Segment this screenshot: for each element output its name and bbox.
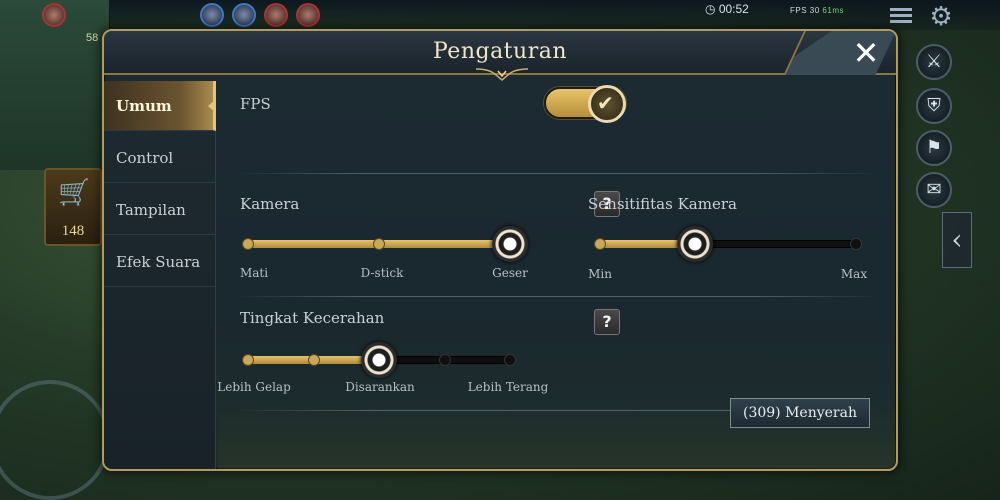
fps-toggle[interactable]: ✔ [544,85,626,123]
camera-sensitivity-slider[interactable] [594,226,862,262]
minimap-badge: 58 [86,32,99,44]
divider [236,296,880,297]
camera-option-label: Mati [239,266,269,280]
close-icon[interactable]: ✕ [846,35,886,71]
flag-icon[interactable]: ⚑ [916,130,952,166]
sword-icon[interactable]: ⚔ [916,44,952,80]
joystick[interactable] [0,380,110,500]
hero-avatar [200,3,224,27]
brightness-label: Tingkat Kecerahan [240,309,385,327]
brightness-option-label: Lebih Terang [467,380,549,394]
settings-sidebar: Umum Control Tampilan Efek Suara [104,81,216,469]
camera-slider[interactable] [242,226,528,262]
list-icon[interactable] [890,8,912,24]
chat-icon[interactable]: ✉ [916,172,952,208]
match-clock: ◷ 00:52 [705,2,749,16]
brightness-option-label: Lebih Gelap [217,380,291,394]
shop-button[interactable]: 🛒 148 [44,168,102,246]
divider [236,173,880,174]
hero-avatar [264,3,288,27]
camera-slider-step-dot[interactable] [242,238,254,250]
enemy-avatar [42,3,66,27]
check-icon: ✔ [597,91,614,115]
camera-sensitivity-label: Sensitifitas Kamera [588,195,737,213]
fps-label: FPS [240,95,271,113]
tab-umum[interactable]: Umum [104,81,216,131]
hero-avatar [296,3,320,27]
gear-icon[interactable]: ⚙ [928,4,954,30]
hero-avatar [232,3,256,27]
brightness-slider[interactable] [242,342,516,378]
camera-option-label: Geser [492,266,528,280]
dialog-header: Pengaturan [104,31,896,81]
camera-slider-step-dot[interactable] [373,238,385,250]
clock-icon: ◷ [705,2,719,16]
cart-icon: 🛒 [58,178,91,208]
settings-content: FPS ✔ Kamera ? Mati D-stick Geser Sensit… [217,77,896,469]
camera-slider-thumb[interactable] [492,226,528,262]
sensitivity-min-label: Min [588,267,612,281]
sensitivity-slider-step-dot[interactable] [594,238,606,250]
camera-label: Kamera [240,195,300,213]
brightness-slider-step-dot[interactable] [438,354,451,366]
camera-option-label: D-stick [360,266,404,280]
gold-count: 148 [61,223,85,239]
tab-efek-suara[interactable]: Efek Suara [104,237,216,287]
tab-control[interactable]: Control [104,133,216,183]
chevron-left-icon[interactable]: ‹ [942,212,972,268]
sensitivity-max-label: Max [840,267,868,281]
shield-icon[interactable]: ⛨ [916,88,952,124]
hud-top-bar [0,0,1000,30]
fps-readout: FPS 30 61ms [790,6,844,15]
surrender-button[interactable]: (309) Menyerah [730,398,870,428]
brightness-slider-step-dot[interactable] [242,354,254,366]
sensitivity-slider-thumb[interactable] [676,226,713,262]
brightness-option-label: Disarankan [345,380,415,394]
tab-tampilan[interactable]: Tampilan [104,185,216,235]
sensitivity-slider-step-dot[interactable] [850,238,862,250]
fps-toggle-knob: ✔ [588,85,626,123]
brightness-slider-step-dot[interactable] [504,354,516,366]
dialog-title: Pengaturan [432,39,567,64]
brightness-slider-thumb[interactable] [361,342,397,378]
settings-dialog: Pengaturan ✕ Umum Control Tampilan Efek … [102,29,898,471]
brightness-help-button[interactable]: ? [594,309,620,335]
brightness-slider-step-dot[interactable] [307,354,320,366]
